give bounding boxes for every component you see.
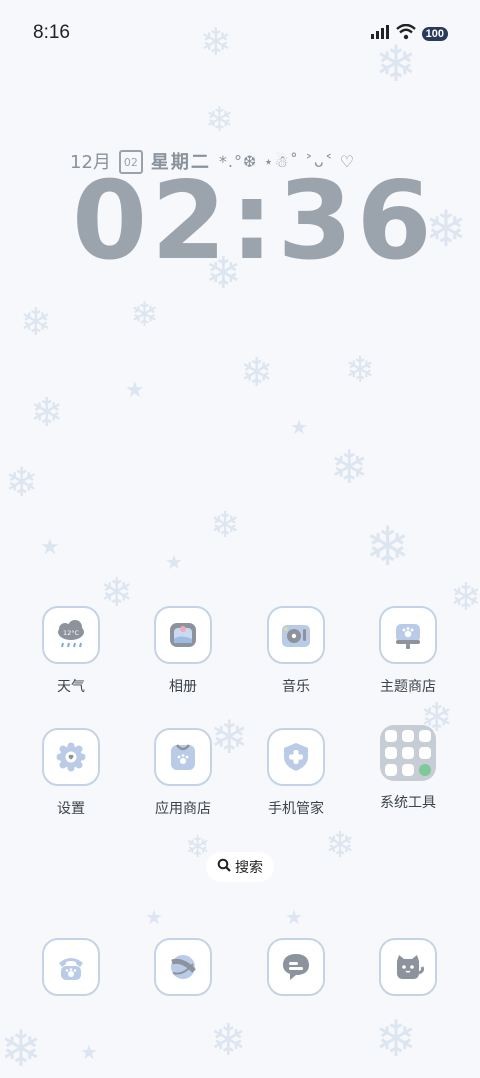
clock-display[interactable]: 02:36 [72,168,436,276]
snowflake-icon: ❄ [130,295,159,335]
mini-app-icon [385,747,397,759]
app-settings[interactable]: 设置 [23,728,119,818]
dock-browser[interactable] [135,938,231,996]
app-gallery[interactable]: 相册 [135,606,231,696]
snowflake-icon: ❄ [330,440,369,494]
star-icon: ★ [145,905,163,929]
snowflake-icon: ❄ [30,390,64,436]
phone-icon [42,938,100,996]
weather-icon: 12°C [42,606,100,664]
snowflake-icon: ❄ [185,830,211,865]
app-label: 天气 [57,679,85,695]
app-label: 设置 [57,801,85,817]
star-icon: ★ [80,1040,98,1064]
mini-app-icon [402,730,414,742]
app-store-icon [154,728,212,786]
status-bar: 8:16 100 [0,0,480,64]
search-button[interactable]: 搜索 [206,852,274,882]
star-icon: ★ [165,550,183,574]
svg-text:12°C: 12°C [63,629,80,637]
signal-icon [370,24,390,44]
app-app-store[interactable]: 应用商店 [135,728,231,818]
app-weather[interactable]: 12°C 天气 [23,606,119,696]
snowflake-icon: ❄ [345,350,376,391]
mini-app-icon [419,764,431,776]
app-music[interactable]: 音乐 [248,606,344,696]
phone-manager-icon [267,728,325,786]
browser-icon [154,938,212,996]
app-label: 应用商店 [155,801,211,817]
snowflake-icon: ❄ [205,100,234,140]
dock-messages[interactable] [248,938,344,996]
mini-app-icon [419,747,431,759]
music-icon [267,606,325,664]
mini-app-icon [385,764,397,776]
mini-app-icon [419,730,431,742]
gallery-icon [154,606,212,664]
snowflake-icon: ❄ [325,825,356,866]
star-icon: ★ [290,415,308,439]
star-icon: ★ [40,535,60,560]
dock-camera[interactable] [360,938,456,996]
snowflake-icon: ❄ [210,1015,247,1066]
app-label: 相册 [169,679,197,695]
settings-icon [42,728,100,786]
app-system-tools-folder[interactable]: 系统工具 [360,725,456,812]
star-icon: ★ [285,905,303,929]
search-label: 搜索 [235,860,263,876]
snowflake-icon: ❄ [5,460,39,506]
status-time: 8:16 [33,22,70,43]
dock-phone[interactable] [23,938,119,996]
snowflake-icon: ❄ [375,1010,417,1068]
camera-cat-icon [379,938,437,996]
status-icons: 100 [370,23,448,44]
snowflake-icon: ❄ [240,350,274,396]
search-icon [217,858,231,876]
snowflake-icon: ❄ [20,300,52,344]
snowflake-icon: ❄ [0,1020,42,1078]
app-label: 音乐 [282,679,310,695]
snowflake-icon: ❄ [365,515,411,578]
app-label: 系统工具 [380,795,436,811]
mini-app-icon [402,764,414,776]
messages-icon [267,938,325,996]
app-phone-manager[interactable]: 手机管家 [248,728,344,818]
mini-app-icon [385,730,397,742]
app-label: 手机管家 [268,801,324,817]
theme-store-icon [379,606,437,664]
wifi-icon [395,23,416,44]
battery-icon: 100 [421,27,448,41]
app-label: 主题商店 [380,679,436,695]
mini-app-icon [402,747,414,759]
star-icon: ★ [125,378,145,403]
snowflake-icon: ❄ [210,505,241,546]
app-theme-store[interactable]: 主题商店 [360,606,456,696]
system-tools-folder-icon [380,725,436,781]
